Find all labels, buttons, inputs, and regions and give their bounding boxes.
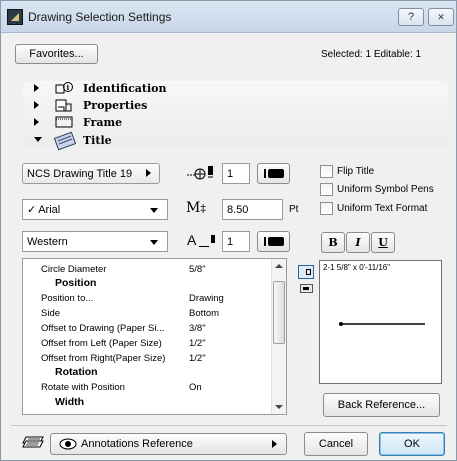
title-preview: 2-1 5/8" x 0'-11/16" <box>319 260 442 384</box>
checkmark-icon: ✓ <box>27 204 37 216</box>
marker-pen-input[interactable]: 1 <box>222 163 250 184</box>
list-item[interactable]: Rotation <box>23 366 273 380</box>
uniform-text-format-label: Uniform Text Format <box>337 203 428 214</box>
flip-title-checkbox[interactable] <box>320 165 333 178</box>
list-item[interactable]: Side Bottom <box>23 307 273 321</box>
underline-button[interactable]: U <box>371 232 395 253</box>
identification-icon: i <box>55 82 73 94</box>
chevron-down-icon[interactable] <box>34 137 42 142</box>
marker-pen-button[interactable] <box>257 163 290 184</box>
divider <box>11 425 447 426</box>
list-item[interactable]: Offset to Drawing (Paper Si... 3/8" <box>23 322 273 336</box>
scroll-thumb[interactable] <box>273 281 285 344</box>
chevron-down-icon <box>150 208 158 213</box>
uniform-symbol-pens-checkbox[interactable] <box>320 183 333 196</box>
section-title[interactable]: Title <box>83 134 112 147</box>
scroll-down-icon[interactable] <box>275 405 283 409</box>
app-icon <box>7 9 23 25</box>
chevron-right-icon[interactable] <box>34 84 39 92</box>
chevron-right-icon[interactable] <box>34 118 39 126</box>
preview-dimension: 2-1 5/8" x 0'-11/16" <box>323 263 391 272</box>
preview-size-icon[interactable] <box>300 284 313 293</box>
selection-info: Selected: 1 Editable: 1 <box>321 49 422 60</box>
text-pen-button[interactable] <box>257 231 290 252</box>
title-icon <box>54 131 76 151</box>
chevron-down-icon <box>150 240 158 245</box>
font-size-input[interactable]: 8.50 <box>222 199 283 220</box>
bold-button[interactable]: B <box>321 232 345 253</box>
svg-text:i: i <box>67 83 70 92</box>
font-name-value: Arial <box>38 203 61 216</box>
layers-icon <box>22 436 44 448</box>
layer-select[interactable]: Annotations Reference <box>50 433 287 455</box>
marker-pen-icon <box>187 166 213 180</box>
text-pen-icon: A <box>187 232 219 250</box>
preview-title-line <box>339 322 425 326</box>
close-button[interactable]: ✕ <box>428 8 454 26</box>
font-select[interactable]: ✓ Arial <box>22 199 168 220</box>
dialog-window: Drawing Selection Settings ? ✕ Favorites… <box>0 0 457 461</box>
italic-button[interactable]: I <box>346 232 370 253</box>
scrollbar[interactable] <box>271 259 286 414</box>
list-item[interactable]: Width <box>23 396 273 410</box>
list-item[interactable]: Circle Diameter 5/8" <box>23 263 273 277</box>
help-button[interactable]: ? <box>398 8 424 26</box>
list-item[interactable]: Position to... Drawing <box>23 292 273 306</box>
ok-button[interactable]: OK <box>379 432 445 456</box>
uniform-symbol-pens-label: Uniform Symbol Pens <box>337 184 434 195</box>
list-item[interactable]: Position <box>23 277 273 291</box>
chevron-right-icon[interactable] <box>34 101 39 109</box>
cancel-button[interactable]: Cancel <box>304 432 368 456</box>
font-size-unit: Pt <box>289 204 299 215</box>
favorites-button[interactable]: Favorites... <box>15 44 98 64</box>
parameter-list[interactable]: Circle Diameter 5/8" Position Position to… <box>22 258 287 415</box>
section-identification[interactable]: Identification <box>83 82 167 95</box>
list-item[interactable]: Offset from Right(Paper Size) 1/2" <box>23 352 273 366</box>
section-frame[interactable]: Frame <box>83 116 122 129</box>
uniform-text-format-checkbox[interactable] <box>320 202 333 215</box>
frame-icon <box>55 116 73 128</box>
charset-value: Western <box>27 235 68 248</box>
eye-icon <box>59 438 77 450</box>
chevron-right-icon <box>272 440 277 448</box>
title-bar[interactable]: Drawing Selection Settings ? ✕ <box>1 1 456 33</box>
title-type-select[interactable]: NCS Drawing Title 19 <box>22 163 160 184</box>
section-properties[interactable]: Properties <box>83 99 147 112</box>
back-reference-button[interactable]: Back Reference... <box>323 393 440 417</box>
properties-icon <box>55 99 72 112</box>
window-title: Drawing Selection Settings <box>28 10 172 24</box>
list-item[interactable]: Offset from Left (Paper Size) 1/2" <box>23 337 273 351</box>
font-size-icon: M‡ <box>186 200 206 216</box>
flip-title-label: Flip Title <box>337 166 375 177</box>
charset-select[interactable]: Western <box>22 231 168 252</box>
chevron-right-icon <box>146 169 151 177</box>
scroll-up-icon[interactable] <box>275 264 283 268</box>
text-pen-input[interactable]: 1 <box>222 231 250 252</box>
list-item[interactable]: Rotate with Position On <box>23 381 273 395</box>
preview-mode-icon[interactable] <box>298 265 314 279</box>
layer-value: Annotations Reference <box>81 438 193 450</box>
title-type-value: NCS Drawing Title 19 <box>27 167 133 180</box>
